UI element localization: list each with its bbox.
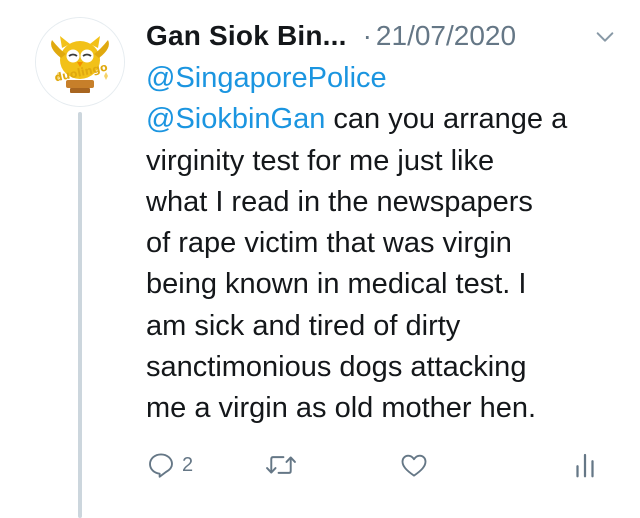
avatar[interactable]: duolingo — [36, 18, 124, 106]
like-button[interactable] — [398, 448, 436, 482]
tweet-line: @SiokbinGan can you arrange a — [146, 99, 616, 140]
tweet-line: being known in medical test. I — [146, 264, 616, 305]
chevron-down-icon[interactable] — [594, 26, 616, 48]
retweet-icon — [266, 456, 296, 474]
reply-icon — [149, 453, 173, 478]
tweet-line: am sick and tired of dirty — [146, 306, 616, 347]
analytics-button[interactable] — [572, 448, 598, 482]
tweet[interactable]: duolingo Gan Siok Bin... · 21/07/2020 @S… — [0, 0, 640, 518]
tweet-line: of rape victim that was virgin — [146, 223, 616, 264]
tweet-line: me a virgin as old mother hen. — [146, 388, 616, 429]
line-text: me a virgin as old mother hen. — [146, 392, 537, 425]
tweet-line: what I read in the newspapers — [146, 182, 616, 223]
tweet-line: @SingaporePolice — [146, 58, 616, 99]
line-text: being known in medical test. I — [146, 268, 527, 301]
duolingo-owl-icon — [36, 18, 124, 106]
line-text: virginity test for me just like — [146, 144, 495, 177]
separator-dot: · — [362, 20, 372, 51]
line-text: am sick and tired of dirty — [146, 309, 461, 342]
analytics-icon — [576, 453, 594, 478]
retweet-button[interactable] — [264, 448, 304, 482]
mention-link[interactable]: @SingaporePolice — [146, 62, 387, 94]
tweet-text: @SingaporePolice @SiokbinGan can you arr… — [146, 58, 616, 430]
mention-link[interactable]: @SiokbinGan — [146, 103, 325, 135]
line-text: what I read in the newspapers — [146, 185, 533, 218]
timestamp[interactable]: 21/07/2020 — [376, 20, 516, 52]
heart-icon — [401, 454, 427, 477]
reply-button[interactable]: 2 — [146, 448, 193, 482]
line-text: sanctimonious dogs attacking — [146, 351, 527, 384]
tweet-actions: 2 — [146, 448, 606, 482]
reply-count: 2 — [182, 453, 194, 476]
tweet-header: Gan Siok Bin... · 21/07/2020 — [146, 14, 616, 58]
display-name[interactable]: Gan Siok Bin... — [146, 20, 347, 52]
line-text: of rape victim that was virgin — [146, 227, 512, 260]
tweet-line: sanctimonious dogs attacking — [146, 347, 616, 388]
line-text: can you arrange a — [325, 103, 568, 136]
thread-line — [78, 112, 82, 518]
tweet-line: virginity test for me just like — [146, 141, 616, 182]
